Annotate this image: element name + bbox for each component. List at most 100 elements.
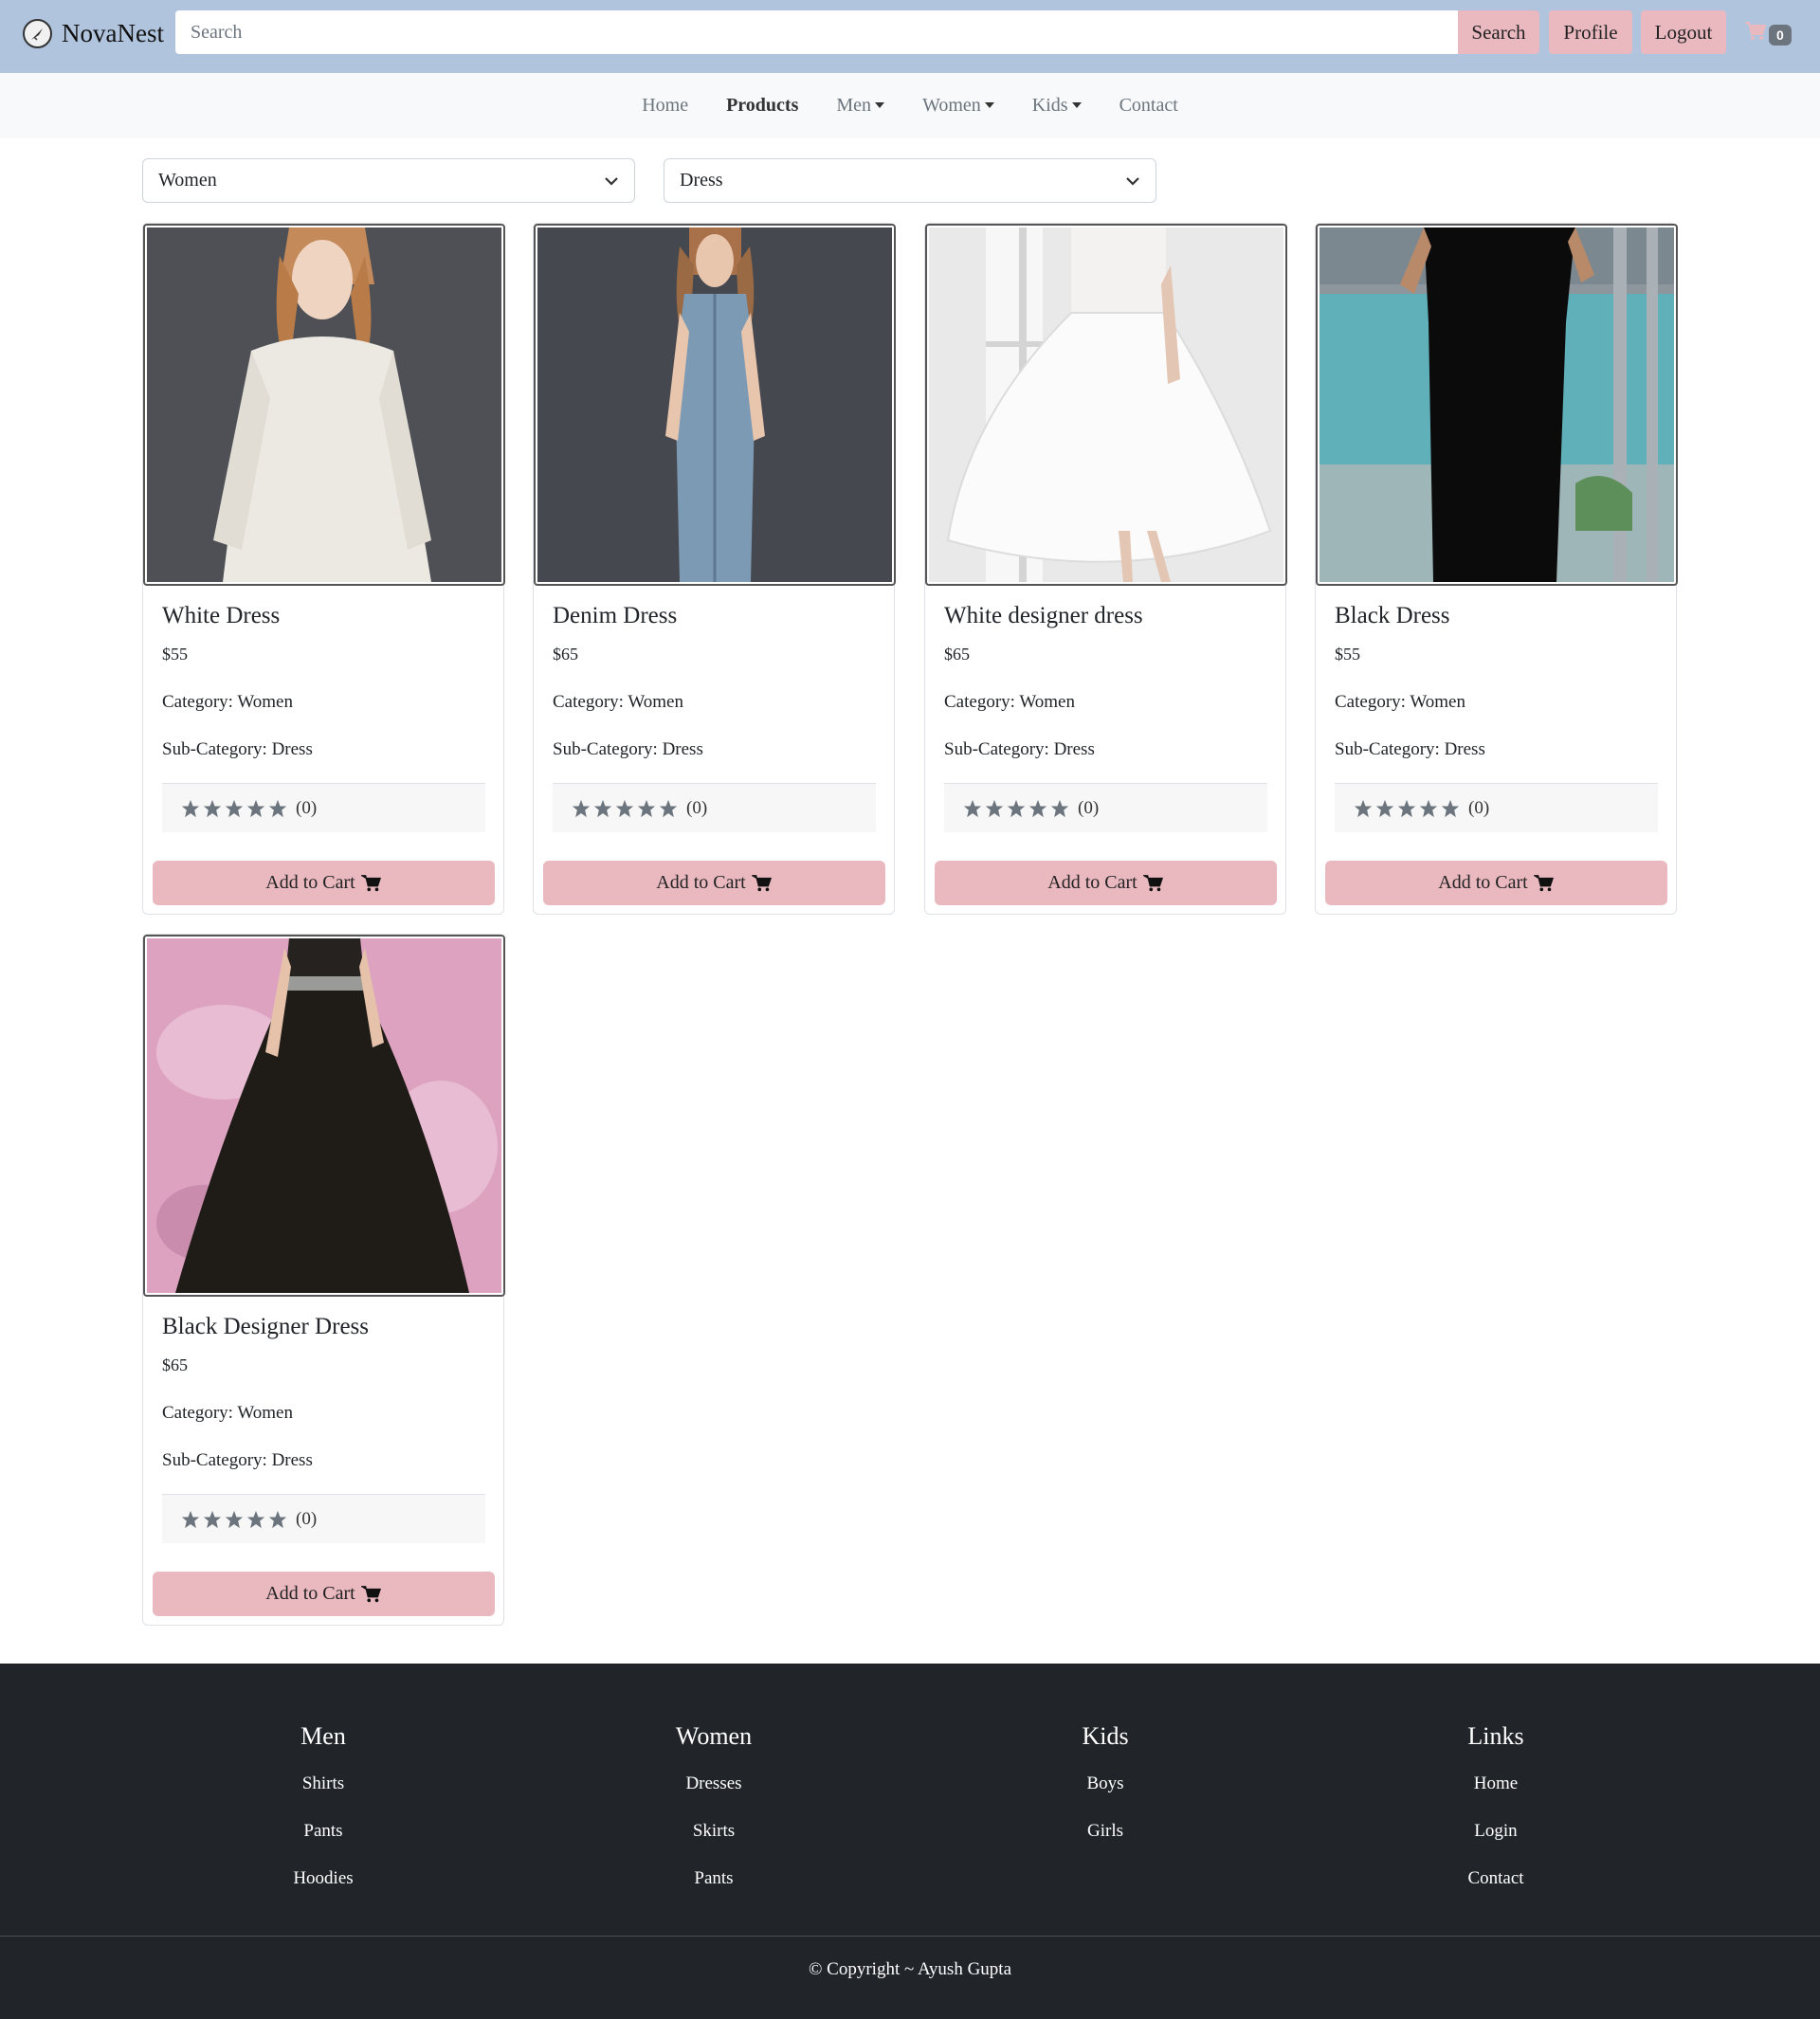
- product-subcategory: Sub-Category: Dress: [944, 739, 1095, 759]
- nav-women-dropdown[interactable]: Women: [922, 95, 994, 117]
- star-icon: [1007, 799, 1026, 817]
- top-bar: NovaNest Search Profile Logout 0: [0, 0, 1820, 73]
- nav-home[interactable]: Home: [642, 95, 688, 117]
- product-rating: (0): [1335, 783, 1658, 832]
- product-category: Category: Women: [162, 1403, 293, 1423]
- main-nav: Home Products Men Women Kids Contact: [0, 73, 1820, 138]
- add-to-cart-button[interactable]: Add to Cart: [153, 861, 495, 905]
- product-price: $55: [1335, 645, 1360, 664]
- footer-heading: Kids: [1082, 1722, 1129, 1750]
- footer-link-login[interactable]: Login: [1354, 1808, 1638, 1855]
- product-title[interactable]: Denim Dress: [553, 603, 677, 629]
- logout-button[interactable]: Logout: [1641, 10, 1726, 54]
- footer-link-skirts[interactable]: Skirts: [572, 1808, 856, 1855]
- product-category: Category: Women: [1335, 692, 1465, 712]
- star-icon: [268, 799, 287, 817]
- footer-link-shirts[interactable]: Shirts: [181, 1760, 465, 1808]
- footer-link-home[interactable]: Home: [1354, 1760, 1638, 1808]
- product-subcategory: Sub-Category: Dress: [1335, 739, 1485, 759]
- footer-heading: Men: [300, 1722, 346, 1750]
- nav-men-label: Men: [836, 95, 872, 116]
- product-subcategory: Sub-Category: Dress: [162, 739, 313, 759]
- caret-down-icon: [1071, 101, 1082, 108]
- product-price: $65: [553, 645, 578, 664]
- product-image[interactable]: [925, 224, 1287, 586]
- subcategory-select-value: Dress: [680, 170, 723, 191]
- nav-men-dropdown[interactable]: Men: [836, 95, 885, 117]
- star-icon: [268, 1510, 287, 1528]
- product-rating: (0): [162, 783, 485, 832]
- nav-women-label: Women: [922, 95, 981, 116]
- footer-heading: Women: [675, 1722, 753, 1750]
- category-select-value: Women: [158, 170, 217, 191]
- star-icon: [572, 799, 591, 817]
- product-image[interactable]: [1316, 224, 1678, 586]
- star-icon: [203, 1510, 222, 1528]
- product-title[interactable]: White Dress: [162, 603, 280, 629]
- product-title[interactable]: Black Designer Dress: [162, 1314, 369, 1340]
- product-card: White designer dress $65 Category: Women…: [924, 223, 1287, 915]
- footer-column-women: Women Dresses Skirts Pants: [572, 1722, 856, 1902]
- product-title[interactable]: White designer dress: [944, 603, 1143, 629]
- star-icon: [181, 1510, 200, 1528]
- footer-link-contact[interactable]: Contact: [1354, 1855, 1638, 1902]
- footer-link-hoodies[interactable]: Hoodies: [181, 1855, 465, 1902]
- cart-count-badge: 0: [1769, 24, 1792, 45]
- cart-button[interactable]: 0: [1744, 21, 1792, 46]
- rating-count: (0): [1078, 797, 1100, 818]
- product-price: $55: [162, 645, 188, 664]
- footer-link-girls[interactable]: Girls: [963, 1808, 1247, 1855]
- footer-link-pants[interactable]: Pants: [572, 1855, 856, 1902]
- profile-button[interactable]: Profile: [1549, 10, 1632, 54]
- add-to-cart-label: Add to Cart: [656, 872, 746, 893]
- star-icon: [203, 799, 222, 817]
- add-to-cart-button[interactable]: Add to Cart: [543, 861, 885, 905]
- add-to-cart-label: Add to Cart: [1438, 872, 1528, 893]
- star-icon: [1419, 799, 1438, 817]
- brand[interactable]: NovaNest: [23, 19, 164, 48]
- star-icon: [246, 1510, 265, 1528]
- star-icon: [615, 799, 634, 817]
- category-select[interactable]: Women: [142, 158, 635, 203]
- product-image[interactable]: [534, 224, 896, 586]
- star-icon: [181, 799, 200, 817]
- chevron-down-icon: [1125, 170, 1140, 191]
- brand-name: NovaNest: [62, 19, 164, 47]
- product-card: Black Designer Dress $65 Category: Women…: [142, 934, 505, 1626]
- add-to-cart-button[interactable]: Add to Cart: [935, 861, 1277, 905]
- search-button[interactable]: Search: [1458, 10, 1539, 54]
- star-icon: [1354, 799, 1373, 817]
- subcategory-select[interactable]: Dress: [664, 158, 1156, 203]
- star-icon: [225, 799, 244, 817]
- product-price: $65: [162, 1355, 188, 1374]
- star-icon: [1375, 799, 1394, 817]
- footer: Men Shirts Pants Hoodies Women Dresses S…: [0, 1664, 1820, 2019]
- nav-products[interactable]: Products: [726, 95, 798, 117]
- footer-link-pants[interactable]: Pants: [181, 1808, 465, 1855]
- rating-count: (0): [296, 797, 318, 818]
- star-icon: [246, 799, 265, 817]
- star-icon: [1397, 799, 1416, 817]
- product-image[interactable]: [143, 935, 505, 1297]
- product-card: Denim Dress $65 Category: Women Sub-Cate…: [533, 223, 896, 915]
- footer-heading: Links: [1467, 1722, 1524, 1750]
- nav-contact[interactable]: Contact: [1119, 95, 1178, 117]
- nav-kids-dropdown[interactable]: Kids: [1032, 95, 1082, 117]
- footer-column-kids: Kids Boys Girls: [963, 1722, 1247, 1855]
- product-rating: (0): [553, 783, 876, 832]
- add-to-cart-button[interactable]: Add to Cart: [1325, 861, 1667, 905]
- cart-icon: [360, 874, 381, 891]
- footer-link-boys[interactable]: Boys: [963, 1760, 1247, 1808]
- product-card: Black Dress $55 Category: Women Sub-Cate…: [1315, 223, 1678, 915]
- star-icon: [963, 799, 982, 817]
- logo-icon: [23, 19, 52, 48]
- footer-link-dresses[interactable]: Dresses: [572, 1760, 856, 1808]
- cart-icon: [1744, 21, 1767, 46]
- add-to-cart-button[interactable]: Add to Cart: [153, 1572, 495, 1616]
- caret-down-icon: [875, 101, 885, 108]
- cart-icon: [751, 874, 772, 891]
- search-input[interactable]: [175, 10, 1458, 54]
- product-rating: (0): [944, 783, 1267, 832]
- product-image[interactable]: [143, 224, 505, 586]
- product-title[interactable]: Black Dress: [1335, 603, 1450, 629]
